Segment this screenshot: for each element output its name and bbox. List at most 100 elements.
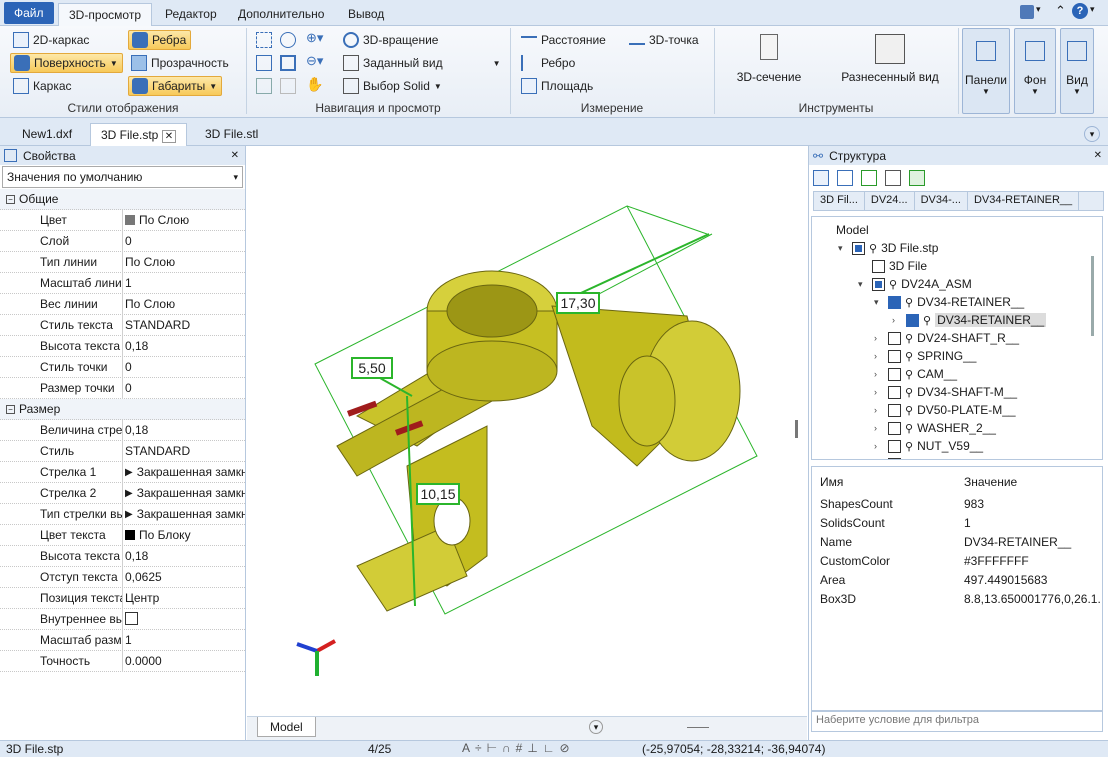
property-row[interactable]: Цвет текста По Блоку — [0, 525, 245, 546]
snap-tools-icon[interactable]: A÷⊢∩#⊥∟⊘ — [462, 741, 575, 755]
tree-node[interactable]: ▾ ⚲ 3D File.stp — [838, 239, 938, 257]
property-row[interactable]: Цвет По Слою — [0, 210, 245, 231]
property-row[interactable]: Внутреннее выр — [0, 609, 245, 630]
area-button[interactable]: Площадь — [518, 76, 597, 96]
chevron-down-icon[interactable]: ▾ — [1090, 4, 1095, 15]
zoom-out-icon[interactable]: ⊖▾ — [306, 53, 323, 69]
property-value[interactable]: 0,18 — [125, 423, 245, 437]
surface-button[interactable]: Поверхность ▼ — [10, 53, 123, 73]
wireframe-button[interactable]: Каркас — [10, 76, 76, 96]
checkbox[interactable] — [888, 439, 901, 453]
rotate-view-icon[interactable] — [256, 78, 272, 94]
property-value[interactable]: ▶ Закрашенная замкн — [125, 507, 245, 521]
property-value[interactable]: 0,18 — [125, 549, 245, 563]
point-3d-button[interactable]: 3D-точка — [626, 30, 703, 50]
collapse-icon[interactable]: − — [6, 194, 15, 204]
fit-icon[interactable] — [280, 55, 296, 71]
help-icon[interactable]: ? — [1072, 3, 1088, 19]
select-solid-button[interactable]: Выбор Solid ▼ — [340, 76, 446, 96]
property-value[interactable]: ▶ Закрашенная замкн — [125, 465, 245, 479]
property-value[interactable]: STANDARD — [125, 318, 245, 332]
property-row[interactable]: Масштаб линии 1 — [0, 273, 245, 294]
distance-button[interactable]: Расстояние — [518, 30, 610, 50]
expand-icon[interactable]: › — [874, 333, 884, 343]
property-row[interactable]: Стрелка 2 ▶ Закрашенная замкн — [0, 483, 245, 504]
breadcrumb-item[interactable]: 3D Fil... — [814, 192, 865, 210]
property-row[interactable]: Размер точки 0 — [0, 378, 245, 399]
splitter-handle[interactable] — [795, 420, 798, 438]
close-icon[interactable]: ✕ — [161, 130, 177, 143]
set-view-button[interactable]: Заданный вид ▼ — [340, 53, 505, 73]
3d-viewport[interactable]: 17,30 5,50 10,15 Model ▾ — [247, 146, 807, 740]
model-canvas[interactable]: 17,30 5,50 10,15 — [247, 146, 807, 740]
exploded-view-button[interactable]: Разнесенный вид — [832, 34, 948, 84]
tree-node[interactable]: › ⚲ CAM__ — [874, 365, 957, 383]
property-value[interactable]: Центр — [125, 591, 245, 605]
breadcrumb-item[interactable]: DV34-... — [915, 192, 968, 210]
property-row[interactable]: Высота текста 0,18 — [0, 546, 245, 567]
checkbox[interactable] — [872, 259, 885, 273]
checkbox[interactable] — [125, 612, 138, 625]
property-row[interactable]: Позиция текста Центр — [0, 588, 245, 609]
property-value[interactable]: По Слою — [125, 297, 245, 311]
orbit-icon[interactable] — [280, 78, 296, 94]
property-row[interactable]: Стрелка 1 ▶ Закрашенная замкн — [0, 462, 245, 483]
dimension-label-2[interactable]: 5,50 — [351, 357, 393, 379]
property-row[interactable]: Точность 0.0000 — [0, 651, 245, 672]
section-3d-button[interactable]: 3D-сечение — [726, 34, 812, 84]
preset-select[interactable]: Значения по умолчанию ▾ — [2, 166, 243, 188]
property-row[interactable]: Величина стрел 0,18 — [0, 420, 245, 441]
expand-icon[interactable]: › — [874, 441, 884, 451]
expand-icon[interactable]: › — [874, 405, 884, 415]
list-view-icon[interactable] — [813, 170, 829, 186]
rotate-3d-button[interactable]: 3D-вращение — [340, 30, 442, 50]
property-row[interactable]: Вес линии По Слою — [0, 294, 245, 315]
property-row[interactable]: Тип стрелки вы ▶ Закрашенная замкн — [0, 504, 245, 525]
chevron-down-icon[interactable]: ▾ — [589, 720, 603, 734]
bounds-button[interactable]: Габариты ▼ — [128, 76, 223, 96]
property-value[interactable]: По Слою — [125, 255, 245, 269]
zoom-icon[interactable] — [280, 32, 296, 48]
checkbox[interactable] — [888, 403, 901, 417]
property-value[interactable]: 1 — [125, 633, 245, 647]
tree-node[interactable]: › ⚲ NUT_V59__ — [874, 437, 983, 455]
tree-node[interactable]: 3D File — [858, 257, 927, 275]
layout-tab-model[interactable]: Model — [257, 717, 316, 737]
tree-node[interactable]: Model — [822, 221, 869, 239]
property-value[interactable]: 0.0000 — [125, 654, 245, 668]
dimension-label-3[interactable]: 10,15 — [416, 483, 460, 505]
export-icon[interactable] — [909, 170, 925, 186]
scrollbar-thumb[interactable] — [1091, 256, 1094, 336]
doc-tab-new1[interactable]: New1.dxf — [12, 123, 82, 146]
panels-button[interactable]: Панели ▼ — [962, 28, 1010, 114]
collapse-icon[interactable]: ⌃ — [1055, 3, 1066, 19]
tree-node[interactable]: › ⚲ WASHER_2__ — [874, 419, 996, 437]
window-icon[interactable] — [1020, 5, 1034, 19]
edge-measure-button[interactable]: Ребро — [518, 53, 579, 73]
property-value[interactable]: 0 — [125, 360, 245, 374]
doc-tab-3dfile-stl[interactable]: 3D File.stl — [195, 123, 268, 146]
tree-node[interactable]: › ⚲ DV34-SHAFT-M__ — [874, 383, 1017, 401]
edges-button[interactable]: Ребра — [128, 30, 192, 50]
collapse-icon[interactable]: − — [6, 404, 15, 414]
checkbox[interactable] — [888, 295, 901, 309]
tree-node[interactable]: › ⚲ DV34-RETAINER__ — [892, 311, 1047, 329]
columns-icon[interactable] — [837, 170, 853, 186]
checkbox[interactable] — [906, 313, 919, 327]
property-section[interactable]: − Общие — [0, 189, 245, 210]
expand-icon[interactable]: ▾ — [874, 297, 884, 308]
tree-node[interactable]: ▾ ⚲ DV24A_ASM — [858, 275, 972, 293]
breadcrumb-item[interactable]: DV34-RETAINER__ — [968, 192, 1080, 210]
expand-icon[interactable]: › — [874, 387, 884, 397]
checkbox[interactable] — [872, 277, 885, 291]
view-button[interactable]: Вид ▼ — [1060, 28, 1094, 114]
property-value[interactable]: По Блоку — [125, 528, 245, 542]
breadcrumb-item[interactable]: DV24... — [865, 192, 915, 210]
tab-editor[interactable]: Редактор — [155, 3, 227, 26]
chevron-down-icon[interactable]: ▾ — [1036, 4, 1041, 15]
checkbox[interactable] — [888, 331, 901, 345]
property-value[interactable]: 0 — [125, 234, 245, 248]
hand-icon[interactable]: ✋ — [306, 76, 323, 93]
tree-node[interactable]: ▾ ⚲ DV34-RETAINER__ — [874, 293, 1024, 311]
expand-icon[interactable]: ▾ — [858, 279, 868, 290]
